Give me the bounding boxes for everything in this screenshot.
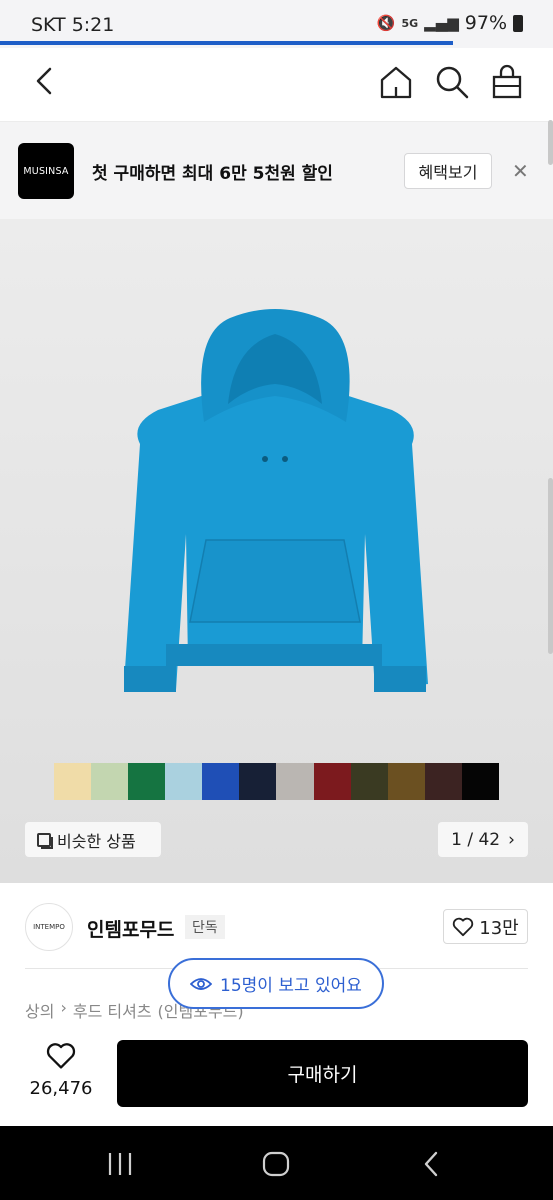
color-swatch[interactable] [276, 763, 314, 800]
color-swatch[interactable] [313, 763, 351, 800]
page-loading-bar [0, 41, 453, 45]
status-icons: 🔇 5G ▂▄▆ 97% [377, 12, 523, 34]
back-arrow-icon[interactable] [30, 66, 58, 96]
color-swatch[interactable] [202, 763, 240, 800]
promo-message: 첫 구매하면 최대 6만 5천원 할인 [92, 164, 333, 184]
musinsa-logo: MUSINSA [18, 143, 74, 199]
scrollbar[interactable] [548, 478, 553, 654]
home-icon[interactable] [378, 64, 414, 100]
brand-like-button[interactable]: 13만 [443, 909, 528, 944]
viewers-pill: 15명이 보고 있어요 [168, 958, 384, 1009]
color-swatch[interactable] [239, 763, 277, 800]
breadcrumb-separator: › [60, 998, 67, 1017]
exclusive-badge: 단독 [185, 915, 225, 939]
shopping-bag-icon[interactable] [491, 64, 523, 100]
search-icon[interactable] [434, 64, 470, 100]
android-nav-bar [0, 1126, 553, 1200]
wishlist-count: 26,476 [29, 1078, 93, 1099]
status-bar: SKT 5:21 🔇 5G ▂▄▆ 97% [0, 0, 553, 48]
signal-icon: ▂▄▆ [424, 14, 459, 32]
recent-apps-icon[interactable] [106, 1151, 134, 1177]
color-swatch[interactable] [91, 763, 129, 800]
promo-banner: MUSINSA 첫 구매하면 최대 6만 5천원 할인 혜택보기 ✕ [0, 122, 553, 219]
wishlist-button[interactable]: 26,476 [25, 1042, 97, 1099]
product-image-area[interactable]: 비슷한 상품 1 / 42 › [0, 219, 553, 883]
similar-icon [37, 832, 53, 849]
network-type: 5G [401, 16, 419, 30]
page-count: 1 / 42 [451, 829, 501, 850]
eye-icon [190, 977, 213, 990]
chevron-right-icon: › [508, 829, 515, 850]
viewers-text: 15명이 보고 있어요 [220, 976, 362, 996]
brand-logo[interactable]: INTEMPO [25, 903, 73, 951]
color-swatch[interactable] [387, 763, 425, 800]
breadcrumb-subcategory[interactable]: 후드 티셔츠 [73, 998, 152, 1022]
heart-icon [453, 917, 474, 936]
top-nav [0, 48, 553, 122]
color-swatch[interactable] [424, 763, 462, 800]
similar-label: 비슷한 상품 [57, 831, 136, 851]
battery-percent: 97% [464, 12, 507, 34]
color-swatch[interactable] [350, 763, 388, 800]
purchase-bar: 26,476 구매하기 [0, 1026, 553, 1124]
hoodie-image [124, 309, 428, 692]
view-benefits-button[interactable]: 혜택보기 [404, 153, 492, 189]
heart-icon [46, 1043, 76, 1069]
close-icon[interactable]: ✕ [512, 159, 529, 183]
color-swatch[interactable] [128, 763, 166, 800]
color-swatch-strip [54, 763, 499, 800]
color-swatch[interactable] [461, 763, 499, 800]
breadcrumb-category[interactable]: 상의 [25, 998, 54, 1022]
brand-like-count: 13만 [479, 917, 519, 939]
android-back-icon[interactable] [420, 1150, 442, 1178]
scrollbar-top [548, 120, 553, 165]
brand-row: INTEMPO 인템포무드 단독 13만 [0, 883, 553, 969]
color-swatch[interactable] [165, 763, 203, 800]
color-swatch[interactable] [54, 763, 92, 800]
battery-icon [513, 14, 523, 32]
status-time: SKT 5:21 [31, 14, 115, 36]
brand-name[interactable]: 인템포무드 [87, 915, 174, 942]
mute-icon: 🔇 [376, 14, 396, 32]
buy-button[interactable]: 구매하기 [117, 1040, 528, 1107]
image-page-indicator[interactable]: 1 / 42 › [438, 822, 528, 857]
similar-products-button[interactable]: 비슷한 상품 [25, 822, 161, 857]
home-button-icon[interactable] [262, 1151, 290, 1177]
